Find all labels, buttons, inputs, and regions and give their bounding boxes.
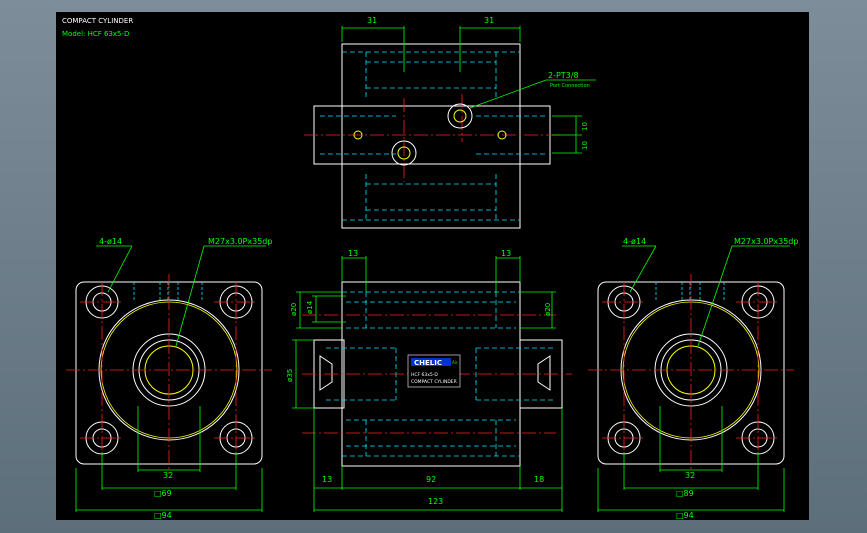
dim-top-left: 31 (367, 16, 377, 25)
right-dim-outer: □94 (676, 511, 694, 520)
front-dim-dia-right: ø20 (544, 303, 552, 316)
viewer-window: COMPACT CYLINDER Model: HCF 63x5-D 31 31… (0, 0, 867, 533)
front-dim-top-right: 13 (501, 249, 511, 258)
top-dimensions (341, 26, 596, 154)
front-dim-overall: 123 (428, 497, 443, 506)
front-dim-bottom-mid: 92 (426, 475, 436, 484)
left-dim-square: □69 (154, 489, 172, 498)
nameplate-model: HCF 63x5-D (411, 372, 438, 378)
right-holes-note: 4-ø14 (623, 237, 646, 246)
nameplate-product: COMPACT CYLINDER (411, 379, 457, 385)
dim-offset-a: 10 (581, 122, 589, 131)
top-body-outline (341, 43, 521, 229)
port-sublabel: Port Connection (550, 83, 590, 89)
dim-top-right: 31 (484, 16, 494, 25)
left-dim-inner: 32 (163, 471, 173, 480)
left-side-view: 4-ø14 M27x3.0Px35dp 32 □69 □94 (66, 237, 272, 520)
right-center-lines (588, 274, 794, 474)
front-dim-bottom-left: 13 (322, 475, 332, 484)
left-dim-outer: □94 (154, 511, 172, 520)
drawing-title: COMPACT CYLINDER (62, 17, 133, 25)
front-right-hex (537, 355, 551, 391)
cad-drawing: COMPACT CYLINDER Model: HCF 63x5-D 31 31… (62, 16, 798, 520)
left-holes-note: 4-ø14 (99, 237, 122, 246)
right-dim-inner: 32 (685, 471, 695, 480)
top-center-lines (304, 94, 562, 182)
right-side-view: 4-ø14 M27x3.0Px35dp 32 □89 □94 (588, 237, 798, 520)
left-center-lines (66, 274, 272, 474)
front-left-hex (319, 355, 333, 391)
right-thread-note: M27x3.0Px35dp (734, 237, 798, 246)
port-label: 2-PT3/8 (548, 71, 579, 80)
drawing-canvas: COMPACT CYLINDER Model: HCF 63x5-D 31 31… (56, 12, 809, 520)
front-view: CHELIC Air HCF 63x5-D COMPACT CYLINDER 1… (286, 249, 572, 512)
top-port-right-outer (447, 103, 473, 129)
front-dim-dia-outer: ø20 (290, 303, 298, 316)
nameplate-tag: Air (452, 360, 458, 365)
left-thread-note: M27x3.0Px35dp (208, 237, 272, 246)
top-view: 31 31 2-PT3/8 Port Connection 10 10 (304, 16, 596, 229)
front-dim-top-left: 13 (348, 249, 358, 258)
front-dim-dia-inner: ø14 (306, 300, 314, 314)
top-port-right-inner (453, 109, 467, 123)
nameplate-brand: CHELIC (414, 359, 442, 367)
model-label: Model: HCF 63x5-D (62, 30, 129, 38)
front-dim-bottom-right: 18 (534, 475, 544, 484)
nameplate: CHELIC Air HCF 63x5-D COMPACT CYLINDER (407, 354, 461, 388)
right-dim-square: □89 (676, 489, 694, 498)
left-hidden-lines (133, 282, 203, 302)
dim-offset-b: 10 (581, 141, 589, 150)
front-dim-height: ø35 (286, 369, 294, 382)
